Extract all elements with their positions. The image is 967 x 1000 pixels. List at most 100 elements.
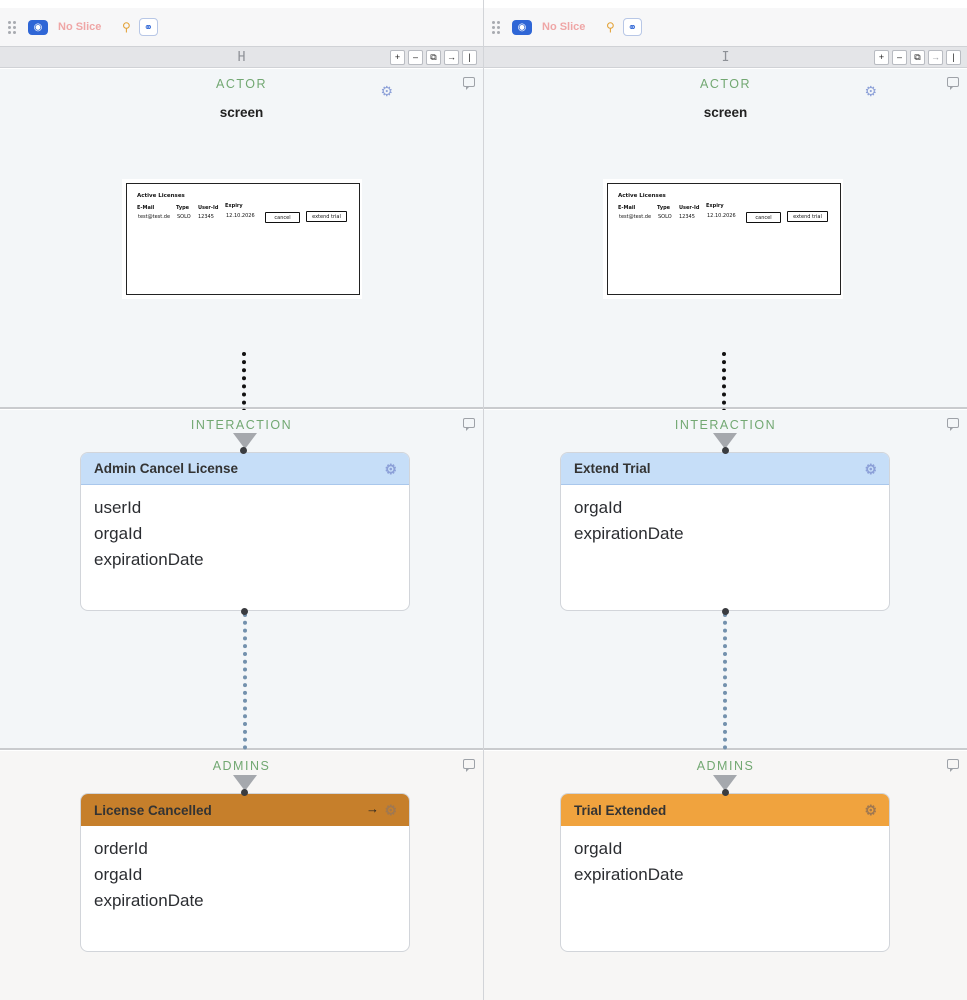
mockup-title: Active Licenses [137, 193, 185, 199]
command-field: orgaId [94, 524, 143, 543]
gear-icon[interactable]: ⚙ [384, 461, 397, 478]
lane-title-interaction: INTERACTION [190, 418, 293, 432]
mockup-title: Active Licenses [618, 193, 666, 199]
comment-icon[interactable] [947, 77, 959, 90]
event-field: orderId [94, 839, 148, 858]
connector-dot [241, 789, 248, 796]
mockup-cell-expiry: 12.10.2026 [226, 213, 255, 219]
link-icon[interactable]: ⚭ [138, 18, 158, 36]
eye-icon[interactable]: ◉ [512, 19, 532, 35]
move-column-button[interactable]: → [444, 50, 459, 65]
drag-grip-icon[interactable] [8, 21, 16, 34]
gear-icon[interactable]: ⚙ [380, 83, 393, 100]
mockup-extend-trial-button: extend trial [787, 211, 828, 222]
magic-wand-icon[interactable]: ⚲ [122, 20, 131, 34]
lane-title-interaction: INTERACTION [674, 418, 777, 432]
gear-icon[interactable]: ⚙ [864, 83, 877, 100]
duplicate-column-button[interactable]: ⧉ [910, 50, 925, 65]
connector-dot [722, 447, 729, 454]
command-field: orgaId [574, 498, 623, 517]
mockup-cancel-button: cancel [746, 212, 781, 223]
connector-dot [240, 447, 247, 454]
event-field: orgaId [94, 865, 143, 884]
command-field: userId [94, 498, 142, 517]
connector-dot [722, 608, 729, 615]
gear-icon[interactable]: ⚙ [384, 802, 397, 819]
mockup-header-email: E-Mail [137, 205, 155, 211]
interaction-lane: INTERACTION Extend Trial ⚙ orgaId expira… [484, 410, 967, 773]
mockup-cell-email: test@test.de [619, 214, 652, 220]
column-header: H + – ⧉ → | [0, 46, 483, 68]
mockup-header-expiry: Expiry [706, 203, 724, 209]
duplicate-column-button[interactable]: ⧉ [426, 50, 441, 65]
split-column-button[interactable]: | [462, 50, 477, 65]
slice-label[interactable]: No Slice [58, 21, 112, 33]
connector-dot [722, 789, 729, 796]
event-title: License Cancelled [94, 802, 212, 818]
column-h: ◉ No Slice ⚲ ⚭ H + – ⧉ → | ACTOR ⚙ scree… [0, 0, 484, 1000]
mockup-cell-type: SOLO [658, 214, 672, 220]
lane-title-admins: ADMINS [696, 759, 755, 773]
comment-icon[interactable] [463, 77, 475, 90]
lane-title-actor: ACTOR [215, 77, 268, 91]
mockup-header-type: Type [657, 205, 671, 211]
remove-column-button[interactable]: – [408, 50, 423, 65]
mockup-header-email: E-Mail [618, 205, 636, 211]
event-title: Trial Extended [574, 802, 667, 818]
connector-dot [241, 608, 248, 615]
lane-title-actor: ACTOR [699, 77, 752, 91]
comment-icon[interactable] [463, 418, 475, 431]
screen-mockup[interactable]: Active Licenses E-Mail Type User-Id Expi… [603, 179, 843, 299]
mockup-header-expiry: Expiry [225, 203, 243, 209]
link-icon[interactable]: ⚭ [622, 18, 642, 36]
column-i: ◉ No Slice ⚲ ⚭ I + – ⧉ → | ACTOR ⚙ scree… [484, 0, 967, 1000]
arrow-right-icon[interactable]: → [366, 801, 379, 816]
remove-column-button[interactable]: – [892, 50, 907, 65]
event-field: expirationDate [574, 865, 684, 884]
drag-grip-icon[interactable] [492, 21, 500, 34]
command-card[interactable]: Extend Trial ⚙ orgaId expirationDate [560, 452, 890, 611]
event-field: expirationDate [94, 891, 204, 910]
mockup-cell-expiry: 12.10.2026 [707, 213, 736, 219]
screen-name: screen [703, 105, 748, 120]
mockup-cell-userid: 12345 [679, 214, 695, 220]
slice-toolbar: ◉ No Slice ⚲ ⚭ [484, 8, 967, 46]
screen-name: screen [219, 105, 264, 120]
mockup-cell-userid: 12345 [198, 214, 214, 220]
mockup-cancel-button: cancel [265, 212, 300, 223]
flow-arrow-line [243, 613, 247, 773]
comment-icon[interactable] [463, 759, 475, 772]
eye-icon[interactable]: ◉ [28, 19, 48, 35]
actor-lane: ACTOR ⚙ screen Active Licenses E-Mail Ty… [0, 69, 483, 429]
magic-wand-icon[interactable]: ⚲ [606, 20, 615, 34]
mockup-extend-trial-button: extend trial [306, 211, 347, 222]
comment-icon[interactable] [947, 759, 959, 772]
add-column-button[interactable]: + [390, 50, 405, 65]
command-card[interactable]: Admin Cancel License ⚙ userId orgaId exp… [80, 452, 410, 611]
event-card[interactable]: License Cancelled → ⚙ orderId orgaId exp… [80, 793, 410, 952]
mockup-header-type: Type [176, 205, 190, 211]
command-field: expirationDate [574, 524, 684, 543]
mockup-cell-email: test@test.de [138, 214, 171, 220]
add-column-button[interactable]: + [874, 50, 889, 65]
mockup-cell-type: SOLO [177, 214, 191, 220]
lane-title-admins: ADMINS [212, 759, 271, 773]
comment-icon[interactable] [947, 418, 959, 431]
split-column-button[interactable]: | [946, 50, 961, 65]
event-field: orgaId [574, 839, 623, 858]
screen-mockup[interactable]: Active Licenses E-Mail Type User-Id Expi… [122, 179, 362, 299]
column-header: I + – ⧉ → | [484, 46, 967, 68]
command-title: Extend Trial [574, 461, 651, 476]
command-field: expirationDate [94, 550, 204, 569]
event-card[interactable]: Trial Extended ⚙ orgaId expirationDate [560, 793, 890, 952]
slice-toolbar: ◉ No Slice ⚲ ⚭ [0, 8, 483, 46]
flow-arrow-line [723, 613, 727, 773]
actor-lane: ACTOR ⚙ screen Active Licenses E-Mail Ty… [484, 69, 967, 429]
gear-icon[interactable]: ⚙ [864, 461, 877, 478]
move-column-button[interactable]: → [928, 50, 943, 65]
mockup-header-userid: User-Id [198, 205, 219, 211]
slice-label[interactable]: No Slice [542, 21, 596, 33]
command-title: Admin Cancel License [94, 461, 239, 476]
interaction-lane: INTERACTION Admin Cancel License ⚙ userI… [0, 410, 483, 773]
gear-icon[interactable]: ⚙ [864, 802, 877, 819]
